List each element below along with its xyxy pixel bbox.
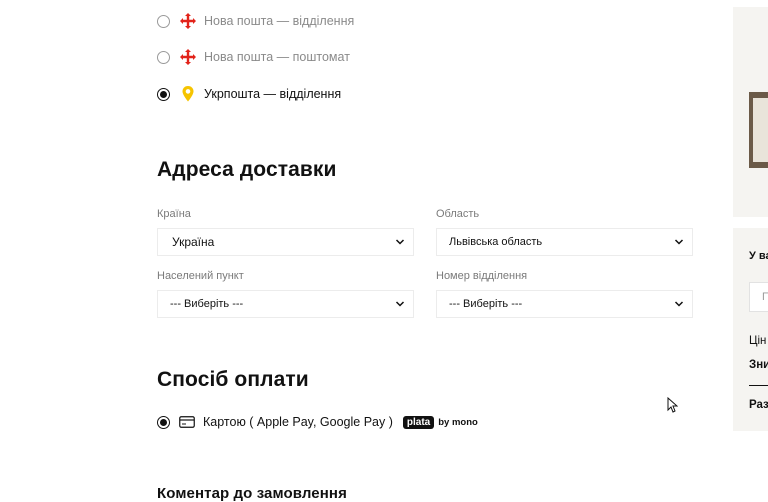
branch-select[interactable]: --- Виберіть --- [436, 290, 693, 318]
nova-poshta-icon [178, 11, 198, 31]
ukrposhta-icon [178, 84, 198, 104]
delivery-option-nova-poshta-branch[interactable]: Нова пошта — відділення [157, 11, 354, 31]
sidebar-product-card [733, 7, 768, 217]
region-label: Область [436, 208, 480, 220]
radio-button-selected[interactable] [157, 415, 170, 429]
country-select-value: Україна [172, 235, 215, 249]
price-label: Цін [749, 335, 767, 347]
chevron-down-icon [395, 239, 405, 245]
radio-button[interactable] [157, 14, 170, 28]
branch-label: Номер відділення [436, 270, 528, 282]
by-mono-text: by mono [438, 416, 478, 428]
city-label: Населений пункт [157, 270, 244, 282]
chevron-down-icon [674, 301, 684, 307]
delivery-option-label: Укрпошта — відділення [204, 87, 342, 101]
region-select[interactable]: Львівська область [436, 228, 693, 256]
comment-section-title: Коментар до замовлення [157, 485, 347, 502]
credit-card-icon [177, 412, 197, 432]
payment-option-card[interactable]: Картою ( Apple Pay, Google Pay ) plata b… [157, 412, 478, 432]
promo-heading: У ва [749, 250, 768, 262]
total-label: Раз [749, 399, 768, 411]
sidebar-order-summary: У ва П Цін Зни Раз [733, 228, 768, 431]
plata-logo: plata [402, 415, 435, 429]
address-section-title: Адреса доставки [157, 158, 337, 181]
promo-code-placeholder: П [762, 291, 768, 303]
city-select[interactable]: --- Виберіть --- [157, 290, 414, 318]
country-label: Країна [157, 208, 191, 220]
product-thumbnail [749, 92, 768, 168]
delivery-option-label: Нова пошта — поштомат [204, 50, 350, 64]
region-select-value: Львівська область [449, 236, 543, 248]
branch-select-value: --- Виберіть --- [449, 298, 523, 310]
promo-code-input[interactable]: П [749, 282, 768, 312]
delivery-option-nova-poshta-locker[interactable]: Нова пошта — поштомат [157, 47, 350, 67]
city-select-value: --- Виберіть --- [170, 298, 244, 310]
discount-label: Зни [749, 359, 768, 371]
radio-button-selected[interactable] [157, 87, 170, 101]
mouse-cursor-icon [667, 397, 678, 413]
payment-section-title: Спосіб оплати [157, 368, 309, 391]
delivery-option-label: Нова пошта — відділення [204, 14, 355, 28]
radio-button[interactable] [157, 50, 170, 64]
country-select[interactable]: Україна [157, 228, 414, 256]
plata-by-mono-badge: plata by mono [402, 415, 478, 429]
chevron-down-icon [674, 239, 684, 245]
payment-option-label: Картою ( Apple Pay, Google Pay ) [203, 415, 393, 429]
summary-divider [749, 385, 768, 386]
nova-poshta-icon [178, 47, 198, 67]
delivery-option-ukrposhta-branch[interactable]: Укрпошта — відділення [157, 84, 341, 104]
chevron-down-icon [395, 301, 405, 307]
